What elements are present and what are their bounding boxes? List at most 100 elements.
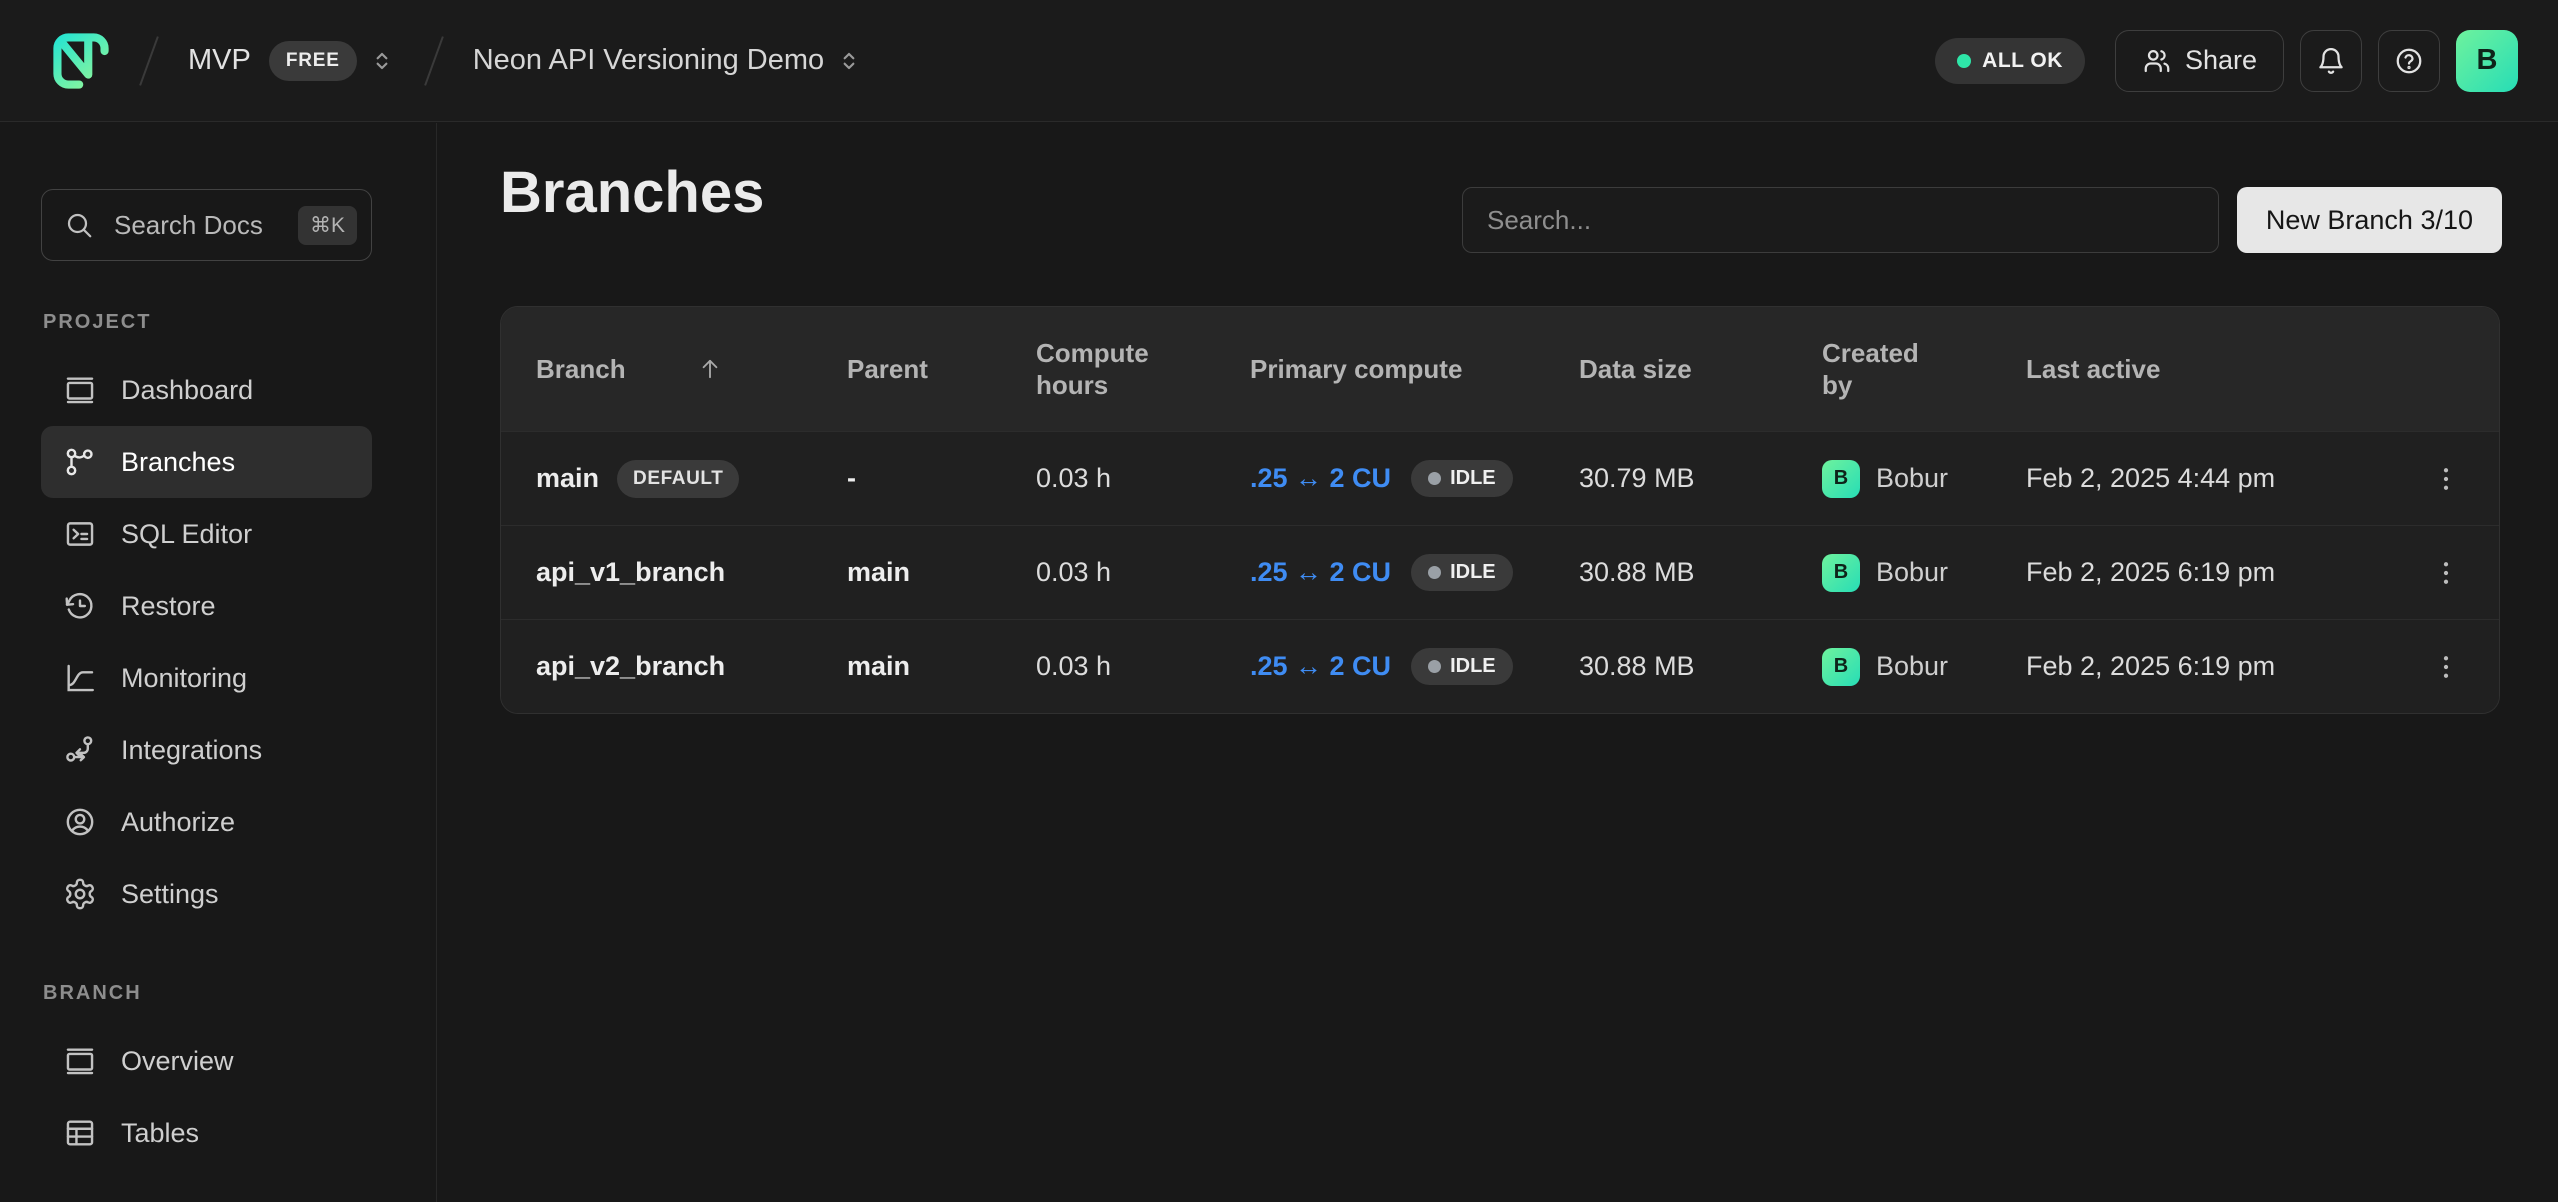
users-icon — [2142, 46, 2172, 76]
data-size: 30.79 MB — [1579, 463, 1822, 494]
branch-name: api_v2_branch — [536, 651, 725, 682]
last-active: Feb 2, 2025 6:19 pm — [2026, 557, 2399, 588]
sidebar-item-authorize[interactable]: Authorize — [41, 786, 372, 858]
column-header-branch[interactable]: Branch — [536, 353, 847, 386]
data-size: 30.88 MB — [1579, 557, 1822, 588]
branch-selector[interactable]: Neon API Versioning Demo — [473, 44, 862, 77]
creator-name: Bobur — [1876, 651, 1948, 682]
compute-hours: 0.03 h — [1036, 651, 1250, 682]
keyboard-shortcut-badge: ⌘K — [298, 206, 357, 245]
compute-state-badge: IDLE — [1411, 648, 1513, 685]
top-bar: MVP FREE Neon API Versioning Demo ALL OK — [0, 0, 2558, 122]
sidebar-item-label: Monitoring — [121, 663, 247, 694]
creator-name: Bobur — [1876, 557, 1948, 588]
compute-state-badge: IDLE — [1411, 554, 1513, 591]
sidebar-item-dashboard[interactable]: Dashboard — [41, 354, 372, 426]
sidebar: Search Docs ⌘K PROJECT Dashboard Branche… — [0, 123, 437, 1202]
bell-icon — [2316, 46, 2346, 76]
table-row[interactable]: main DEFAULT - 0.03 h .25 ↔ 2 CU IDLE 30… — [501, 431, 2499, 525]
last-active: Feb 2, 2025 4:44 pm — [2026, 463, 2399, 494]
idle-dot-icon — [1428, 566, 1441, 579]
sidebar-item-integrations[interactable]: Integrations — [41, 714, 372, 786]
chevron-up-down-icon — [836, 48, 862, 74]
gear-icon — [63, 877, 97, 911]
chevron-up-down-icon — [369, 48, 395, 74]
sidebar-item-tables[interactable]: Tables — [41, 1097, 372, 1169]
column-header-last-active[interactable]: Last active — [2026, 353, 2399, 386]
sidebar-item-label: SQL Editor — [121, 519, 252, 550]
docs-search-box[interactable]: Search Docs ⌘K — [41, 189, 372, 261]
neon-logo-icon[interactable] — [52, 32, 110, 90]
branch-name: api_v1_branch — [536, 557, 725, 588]
sidebar-item-settings[interactable]: Settings — [41, 858, 372, 930]
terminal-icon — [63, 517, 97, 551]
notifications-button[interactable] — [2300, 30, 2362, 92]
sidebar-item-label: Restore — [121, 591, 216, 622]
dashboard-icon — [63, 373, 97, 407]
primary-compute-value[interactable]: .25 ↔ 2 CU — [1250, 651, 1391, 682]
row-menu-button[interactable] — [2423, 644, 2469, 690]
sidebar-item-monitoring[interactable]: Monitoring — [41, 642, 372, 714]
new-branch-button[interactable]: New Branch 3/10 — [2237, 187, 2502, 253]
table-row[interactable]: api_v1_branch main 0.03 h .25 ↔ 2 CU IDL… — [501, 525, 2499, 619]
help-icon — [2394, 46, 2424, 76]
avatar-initial: B — [2477, 44, 2498, 77]
default-badge: DEFAULT — [617, 460, 739, 498]
branch-cell: main DEFAULT — [536, 460, 847, 498]
sort-ascending-icon[interactable] — [696, 355, 724, 383]
creator-avatar: B — [1822, 554, 1860, 592]
share-button[interactable]: Share — [2115, 30, 2284, 92]
primary-compute-value[interactable]: .25 ↔ 2 CU — [1250, 463, 1391, 494]
plan-badge: FREE — [269, 41, 357, 81]
sidebar-item-restore[interactable]: Restore — [41, 570, 372, 642]
compute-state-badge: IDLE — [1411, 460, 1513, 497]
sidebar-section-branch: BRANCH — [43, 982, 436, 1005]
table-header-row: Branch Parent Compute hours Primary comp… — [501, 307, 2499, 431]
compute-hours: 0.03 h — [1036, 463, 1250, 494]
column-header-parent[interactable]: Parent — [847, 353, 1036, 386]
sidebar-item-overview[interactable]: Overview — [41, 1025, 372, 1097]
column-header-data-size[interactable]: Data size — [1579, 353, 1822, 386]
status-dot-icon — [1957, 54, 1971, 68]
docs-search-placeholder: Search Docs — [114, 210, 298, 241]
compute-hours: 0.03 h — [1036, 557, 1250, 588]
idle-dot-icon — [1428, 472, 1441, 485]
status-badge[interactable]: ALL OK — [1935, 38, 2085, 84]
sidebar-item-branches[interactable]: Branches — [41, 426, 372, 498]
sidebar-item-label: Integrations — [121, 735, 262, 766]
user-avatar[interactable]: B — [2456, 30, 2518, 92]
branches-table: Branch Parent Compute hours Primary comp… — [500, 306, 2500, 714]
creator-name: Bobur — [1876, 463, 1948, 494]
chart-line-icon — [63, 661, 97, 695]
breadcrumb-branch-name: Neon API Versioning Demo — [473, 44, 824, 77]
breadcrumb-slash — [424, 36, 444, 86]
app-window: MVP FREE Neon API Versioning Demo ALL OK — [0, 0, 2558, 1202]
sidebar-item-label: Branches — [121, 447, 235, 478]
table-row[interactable]: api_v2_branch main 0.03 h .25 ↔ 2 CU IDL… — [501, 619, 2499, 713]
share-button-label: Share — [2185, 45, 2257, 76]
last-active: Feb 2, 2025 6:19 pm — [2026, 651, 2399, 682]
help-button[interactable] — [2378, 30, 2440, 92]
idle-dot-icon — [1428, 660, 1441, 673]
sidebar-item-sql-editor[interactable]: SQL Editor — [41, 498, 372, 570]
project-selector[interactable]: MVP FREE — [188, 41, 395, 81]
column-header-primary-compute[interactable]: Primary compute — [1250, 353, 1579, 386]
column-header-compute-hours[interactable]: Compute hours — [1036, 337, 1250, 402]
row-menu-button[interactable] — [2423, 456, 2469, 502]
column-header-created-by[interactable]: Created by — [1822, 337, 2026, 402]
parent-branch: main — [847, 651, 910, 682]
primary-compute-value[interactable]: .25 ↔ 2 CU — [1250, 557, 1391, 588]
sidebar-item-label: Settings — [121, 879, 219, 910]
workflow-icon — [63, 733, 97, 767]
branch-search-input[interactable] — [1462, 187, 2219, 253]
sidebar-section-project: PROJECT — [43, 311, 436, 334]
sidebar-item-label: Dashboard — [121, 375, 253, 406]
user-circle-icon — [63, 805, 97, 839]
sidebar-item-label: Overview — [121, 1046, 234, 1077]
table-icon — [63, 1116, 97, 1150]
sidebar-item-label: Tables — [121, 1118, 199, 1149]
data-size: 30.88 MB — [1579, 651, 1822, 682]
row-menu-button[interactable] — [2423, 550, 2469, 596]
project-name: MVP — [188, 44, 251, 77]
git-branch-icon — [63, 445, 97, 479]
